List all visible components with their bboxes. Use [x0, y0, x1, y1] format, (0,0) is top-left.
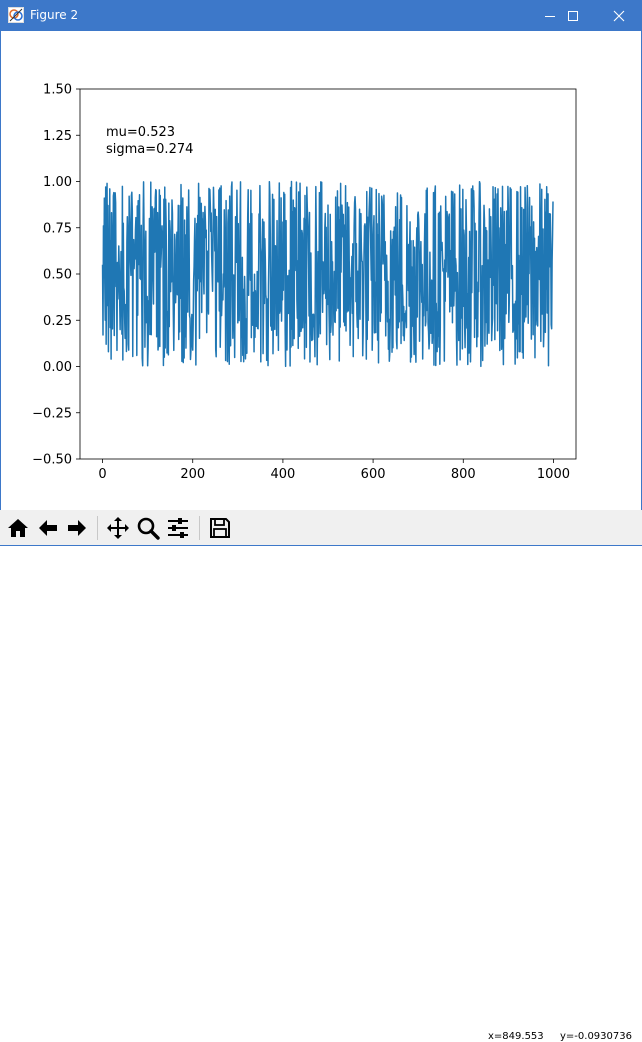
pan-button[interactable] — [104, 514, 132, 542]
figure-canvas[interactable]: 0 200 400 600 800 1000 1.50 1.25 1.00 0.75 0.50 0.2… — [1, 31, 641, 545]
y-tick-label: 0.75 — [43, 221, 72, 236]
annotation-mu: mu=0.523 — [106, 125, 175, 140]
pan-icon — [107, 517, 129, 539]
close-button[interactable] — [596, 0, 642, 31]
cursor-y-readout: y=-0.0930736 — [560, 1031, 632, 1042]
title-bar[interactable]: Figure 2 — [0, 0, 642, 31]
cursor-x-readout: x=849.553 — [488, 1031, 544, 1042]
y-tick-label: 1.00 — [43, 175, 72, 190]
x-tick-label: 1000 — [537, 467, 570, 482]
maximize-button[interactable] — [550, 0, 596, 31]
x-tick-label: 200 — [180, 467, 205, 482]
y-tick-label: −0.50 — [32, 453, 72, 468]
annotation-sigma: sigma=0.274 — [106, 142, 193, 157]
y-tick-label: 0.50 — [43, 268, 72, 283]
save-icon — [210, 518, 230, 538]
close-icon — [613, 10, 625, 21]
back-icon — [39, 520, 57, 536]
line-chart[interactable]: 0 200 400 600 800 1000 1.50 1.25 1.00 0.75 0.50 0.2… — [1, 31, 641, 509]
home-button[interactable] — [4, 514, 32, 542]
y-tick-label: 0.25 — [43, 314, 72, 329]
x-tick-label: 400 — [270, 467, 295, 482]
y-tick-label: 1.25 — [43, 129, 72, 144]
y-tick-label: −0.25 — [32, 406, 72, 421]
maximize-icon — [568, 10, 578, 21]
navigation-toolbar: x=849.553 y=-0.0930736 — [0, 510, 642, 1042]
y-tick-label: 1.50 — [43, 83, 72, 98]
window-title: Figure 2 — [30, 8, 79, 22]
back-button[interactable] — [34, 514, 62, 542]
forward-icon — [68, 520, 86, 536]
x-tick-label: 800 — [451, 467, 476, 482]
configure-subplots-button[interactable] — [164, 514, 192, 542]
y-tick-label: 0.00 — [43, 360, 72, 375]
zoom-button[interactable] — [134, 514, 162, 542]
toolbar-separator — [199, 516, 200, 540]
figure-app-icon — [8, 7, 24, 23]
x-tick-label: 0 — [98, 467, 106, 482]
x-tick-label: 600 — [361, 467, 386, 482]
home-icon — [8, 519, 28, 537]
configure-subplots-icon — [168, 518, 188, 538]
forward-button[interactable] — [63, 514, 91, 542]
save-button[interactable] — [206, 514, 234, 542]
zoom-icon — [137, 517, 160, 540]
toolbar-separator — [97, 516, 98, 540]
